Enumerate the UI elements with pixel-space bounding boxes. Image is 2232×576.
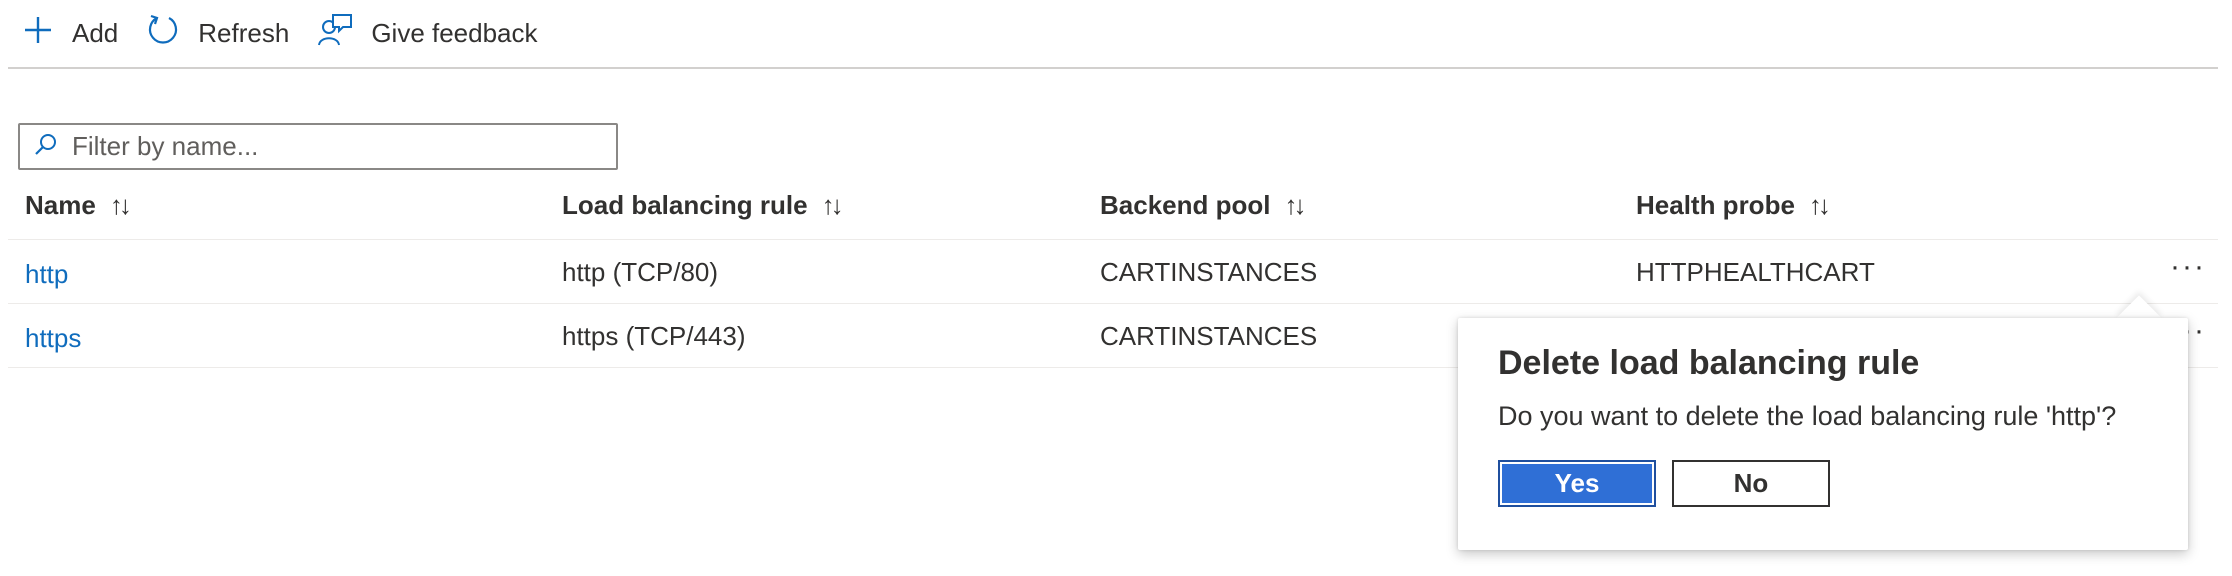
table-row: http http (TCP/80) CARTINSTANCES HTTPHEA… — [8, 240, 2218, 304]
more-icon[interactable]: ··· — [2170, 252, 2206, 282]
column-header-health-probe[interactable]: Health probe ↑↓ — [1636, 190, 1831, 221]
add-button[interactable]: Add — [8, 0, 132, 68]
backend-pool-cell: CARTINSTANCES — [1100, 321, 1318, 351]
rule-cell: http (TCP/80) — [562, 257, 719, 287]
search-icon — [34, 132, 72, 161]
refresh-icon — [146, 13, 198, 54]
rule-name-link[interactable]: http — [25, 259, 68, 290]
health-probe-cell: HTTPHEALTHCART — [1636, 257, 1875, 287]
give-feedback-button[interactable]: Give feedback — [303, 0, 551, 68]
delete-confirmation-callout: Delete load balancing rule Do you want t… — [1458, 318, 2188, 550]
column-header-name[interactable]: Name ↑↓ — [25, 190, 132, 221]
column-header-load-balancing-rule[interactable]: Load balancing rule ↑↓ — [562, 190, 844, 221]
sort-icon: ↑↓ — [109, 190, 132, 220]
sort-icon: ↑↓ — [1808, 190, 1831, 220]
command-bar: Add Refresh Give feedback — [8, 0, 2218, 69]
feedback-icon — [317, 13, 371, 54]
plus-icon — [22, 14, 72, 53]
no-button[interactable]: No — [1672, 460, 1830, 507]
add-label: Add — [72, 18, 119, 48]
refresh-button[interactable]: Refresh — [132, 0, 303, 68]
rule-cell: https (TCP/443) — [562, 321, 746, 351]
column-header-backend-pool[interactable]: Backend pool ↑↓ — [1100, 190, 1306, 221]
rule-name-link[interactable]: https — [25, 323, 81, 354]
dialog-message: Do you want to delete the load balancing… — [1498, 401, 2117, 431]
sort-icon: ↑↓ — [1284, 190, 1306, 220]
filter-input[interactable] — [72, 131, 592, 162]
sort-icon: ↑↓ — [821, 190, 844, 220]
feedback-label: Give feedback — [371, 18, 538, 48]
backend-pool-cell: CARTINSTANCES — [1100, 257, 1318, 287]
page: Add Refresh Give feedback Filter by name… — [0, 0, 2232, 576]
yes-button[interactable]: Yes — [1498, 460, 1656, 507]
dialog-buttons: Yes No — [1498, 460, 2148, 507]
dialog-title: Delete load balancing rule — [1498, 344, 1920, 382]
filter-box[interactable] — [18, 123, 618, 170]
table-header: Name ↑↓ Load balancing rule ↑↓ Backend p… — [8, 176, 2218, 240]
refresh-label: Refresh — [198, 18, 290, 48]
